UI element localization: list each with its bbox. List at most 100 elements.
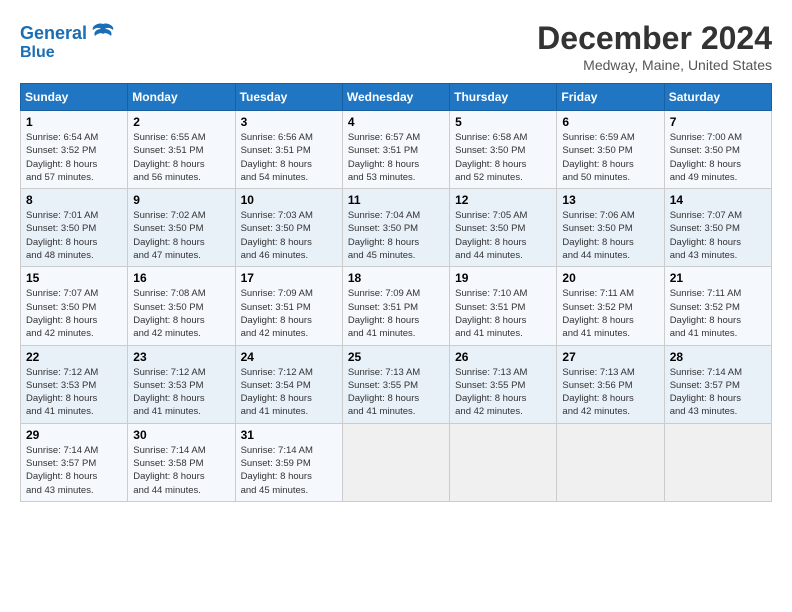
day-content: Sunrise: 7:13 AMSunset: 3:56 PMDaylight:… [562,366,658,419]
title-block: December 2024 Medway, Maine, United Stat… [537,20,772,73]
weekday-header-monday: Monday [128,84,235,111]
calendar-cell: 6 Sunrise: 6:59 AMSunset: 3:50 PMDaylight… [557,111,664,189]
day-number: 12 [455,193,551,207]
day-content: Sunrise: 6:58 AMSunset: 3:50 PMDaylight:… [455,131,551,184]
day-content: Sunrise: 7:08 AMSunset: 3:50 PMDaylight:… [133,287,229,340]
weekday-header-tuesday: Tuesday [235,84,342,111]
calendar-cell: 26 Sunrise: 7:13 AMSunset: 3:55 PMDayligh… [450,345,557,423]
day-number: 11 [348,193,444,207]
day-number: 21 [670,271,766,285]
day-content: Sunrise: 7:11 AMSunset: 3:52 PMDaylight:… [562,287,658,340]
logo: General Blue [20,20,117,62]
calendar-cell: 14 Sunrise: 7:07 AMSunset: 3:50 PMDayligh… [664,189,771,267]
logo-blue-text: Blue [20,44,55,62]
day-number: 10 [241,193,337,207]
calendar-cell: 30Sunrise: 7:14 AMSunset: 3:58 PMDayligh… [128,423,235,501]
calendar-cell: 3Sunrise: 6:56 AMSunset: 3:51 PMDaylight… [235,111,342,189]
calendar-cell [342,423,449,501]
day-content: Sunrise: 7:03 AMSunset: 3:50 PMDaylight:… [241,209,337,262]
calendar-cell: 12Sunrise: 7:05 AMSunset: 3:50 PMDayligh… [450,189,557,267]
day-content: Sunrise: 7:13 AMSunset: 3:55 PMDaylight:… [455,366,551,419]
calendar-cell: 20 Sunrise: 7:11 AMSunset: 3:52 PMDayligh… [557,267,664,345]
day-content: Sunrise: 7:07 AMSunset: 3:50 PMDaylight:… [26,287,122,340]
day-content: Sunrise: 7:09 AMSunset: 3:51 PMDaylight:… [348,287,444,340]
day-content: Sunrise: 7:02 AMSunset: 3:50 PMDaylight:… [133,209,229,262]
day-number: 22 [26,350,122,364]
calendar-cell: 24 Sunrise: 7:12 AMSunset: 3:54 PMDayligh… [235,345,342,423]
calendar-cell [450,423,557,501]
day-number: 18 [348,271,444,285]
day-number: 19 [455,271,551,285]
calendar-cell: 27 Sunrise: 7:13 AMSunset: 3:56 PMDayligh… [557,345,664,423]
location-title: Medway, Maine, United States [537,57,772,73]
calendar-cell: 16 Sunrise: 7:08 AMSunset: 3:50 PMDayligh… [128,267,235,345]
day-number: 4 [348,115,444,129]
calendar-cell: 11 Sunrise: 7:04 AMSunset: 3:50 PMDayligh… [342,189,449,267]
day-number: 13 [562,193,658,207]
day-content: Sunrise: 7:14 AMSunset: 3:57 PMDaylight:… [26,444,122,497]
calendar-cell: 21 Sunrise: 7:11 AMSunset: 3:52 PMDayligh… [664,267,771,345]
calendar-cell [557,423,664,501]
day-number: 29 [26,428,122,442]
day-number: 27 [562,350,658,364]
day-number: 5 [455,115,551,129]
day-number: 20 [562,271,658,285]
day-content: Sunrise: 7:12 AMSunset: 3:53 PMDaylight:… [26,366,122,419]
day-content: Sunrise: 6:57 AMSunset: 3:51 PMDaylight:… [348,131,444,184]
day-number: 24 [241,350,337,364]
day-content: Sunrise: 7:07 AMSunset: 3:50 PMDaylight:… [670,209,766,262]
calendar-cell: 15Sunrise: 7:07 AMSunset: 3:50 PMDayligh… [21,267,128,345]
day-content: Sunrise: 6:59 AMSunset: 3:50 PMDaylight:… [562,131,658,184]
day-content: Sunrise: 7:12 AMSunset: 3:54 PMDaylight:… [241,366,337,419]
day-number: 26 [455,350,551,364]
day-number: 14 [670,193,766,207]
day-content: Sunrise: 7:10 AMSunset: 3:51 PMDaylight:… [455,287,551,340]
calendar-cell: 8 Sunrise: 7:01 AMSunset: 3:50 PMDaylight… [21,189,128,267]
weekday-header-saturday: Saturday [664,84,771,111]
page-header: General Blue December 2024 Medway, Maine… [20,20,772,73]
day-content: Sunrise: 7:13 AMSunset: 3:55 PMDaylight:… [348,366,444,419]
calendar-cell: 17 Sunrise: 7:09 AMSunset: 3:51 PMDayligh… [235,267,342,345]
calendar-cell: 5 Sunrise: 6:58 AMSunset: 3:50 PMDaylight… [450,111,557,189]
day-number: 6 [562,115,658,129]
calendar-cell: 10 Sunrise: 7:03 AMSunset: 3:50 PMDayligh… [235,189,342,267]
day-content: Sunrise: 6:54 AMSunset: 3:52 PMDaylight:… [26,131,122,184]
day-content: Sunrise: 7:11 AMSunset: 3:52 PMDaylight:… [670,287,766,340]
calendar-cell: 28Sunrise: 7:14 AMSunset: 3:57 PMDayligh… [664,345,771,423]
weekday-header-thursday: Thursday [450,84,557,111]
day-content: Sunrise: 7:14 AMSunset: 3:57 PMDaylight:… [670,366,766,419]
day-content: Sunrise: 7:09 AMSunset: 3:51 PMDaylight:… [241,287,337,340]
day-content: Sunrise: 6:56 AMSunset: 3:51 PMDaylight:… [241,131,337,184]
day-content: Sunrise: 7:14 AMSunset: 3:58 PMDaylight:… [133,444,229,497]
day-number: 31 [241,428,337,442]
calendar-cell: 4 Sunrise: 6:57 AMSunset: 3:51 PMDaylight… [342,111,449,189]
day-number: 17 [241,271,337,285]
day-number: 2 [133,115,229,129]
day-content: Sunrise: 7:01 AMSunset: 3:50 PMDaylight:… [26,209,122,262]
calendar-table: SundayMondayTuesdayWednesdayThursdayFrid… [20,83,772,502]
day-content: Sunrise: 7:12 AMSunset: 3:53 PMDaylight:… [133,366,229,419]
day-content: Sunrise: 7:04 AMSunset: 3:50 PMDaylight:… [348,209,444,262]
logo-text: General [20,24,87,44]
day-number: 8 [26,193,122,207]
day-content: Sunrise: 7:06 AMSunset: 3:50 PMDaylight:… [562,209,658,262]
calendar-cell: 25 Sunrise: 7:13 AMSunset: 3:55 PMDayligh… [342,345,449,423]
day-content: Sunrise: 6:55 AMSunset: 3:51 PMDaylight:… [133,131,229,184]
day-number: 25 [348,350,444,364]
weekday-header-friday: Friday [557,84,664,111]
weekday-header-sunday: Sunday [21,84,128,111]
day-content: Sunrise: 7:14 AMSunset: 3:59 PMDaylight:… [241,444,337,497]
calendar-cell: 18 Sunrise: 7:09 AMSunset: 3:51 PMDayligh… [342,267,449,345]
day-number: 7 [670,115,766,129]
calendar-cell: 2 Sunrise: 6:55 AMSunset: 3:51 PMDaylight… [128,111,235,189]
calendar-cell: 7Sunrise: 7:00 AMSunset: 3:50 PMDaylight… [664,111,771,189]
calendar-cell: 19 Sunrise: 7:10 AMSunset: 3:51 PMDayligh… [450,267,557,345]
day-number: 23 [133,350,229,364]
logo-bird-icon [89,20,117,48]
day-number: 16 [133,271,229,285]
calendar-cell: 13 Sunrise: 7:06 AMSunset: 3:50 PMDayligh… [557,189,664,267]
calendar-cell: 23 Sunrise: 7:12 AMSunset: 3:53 PMDayligh… [128,345,235,423]
month-title: December 2024 [537,20,772,57]
calendar-cell: 22 Sunrise: 7:12 AMSunset: 3:53 PMDayligh… [21,345,128,423]
calendar-cell: 31 Sunrise: 7:14 AMSunset: 3:59 PMDayligh… [235,423,342,501]
